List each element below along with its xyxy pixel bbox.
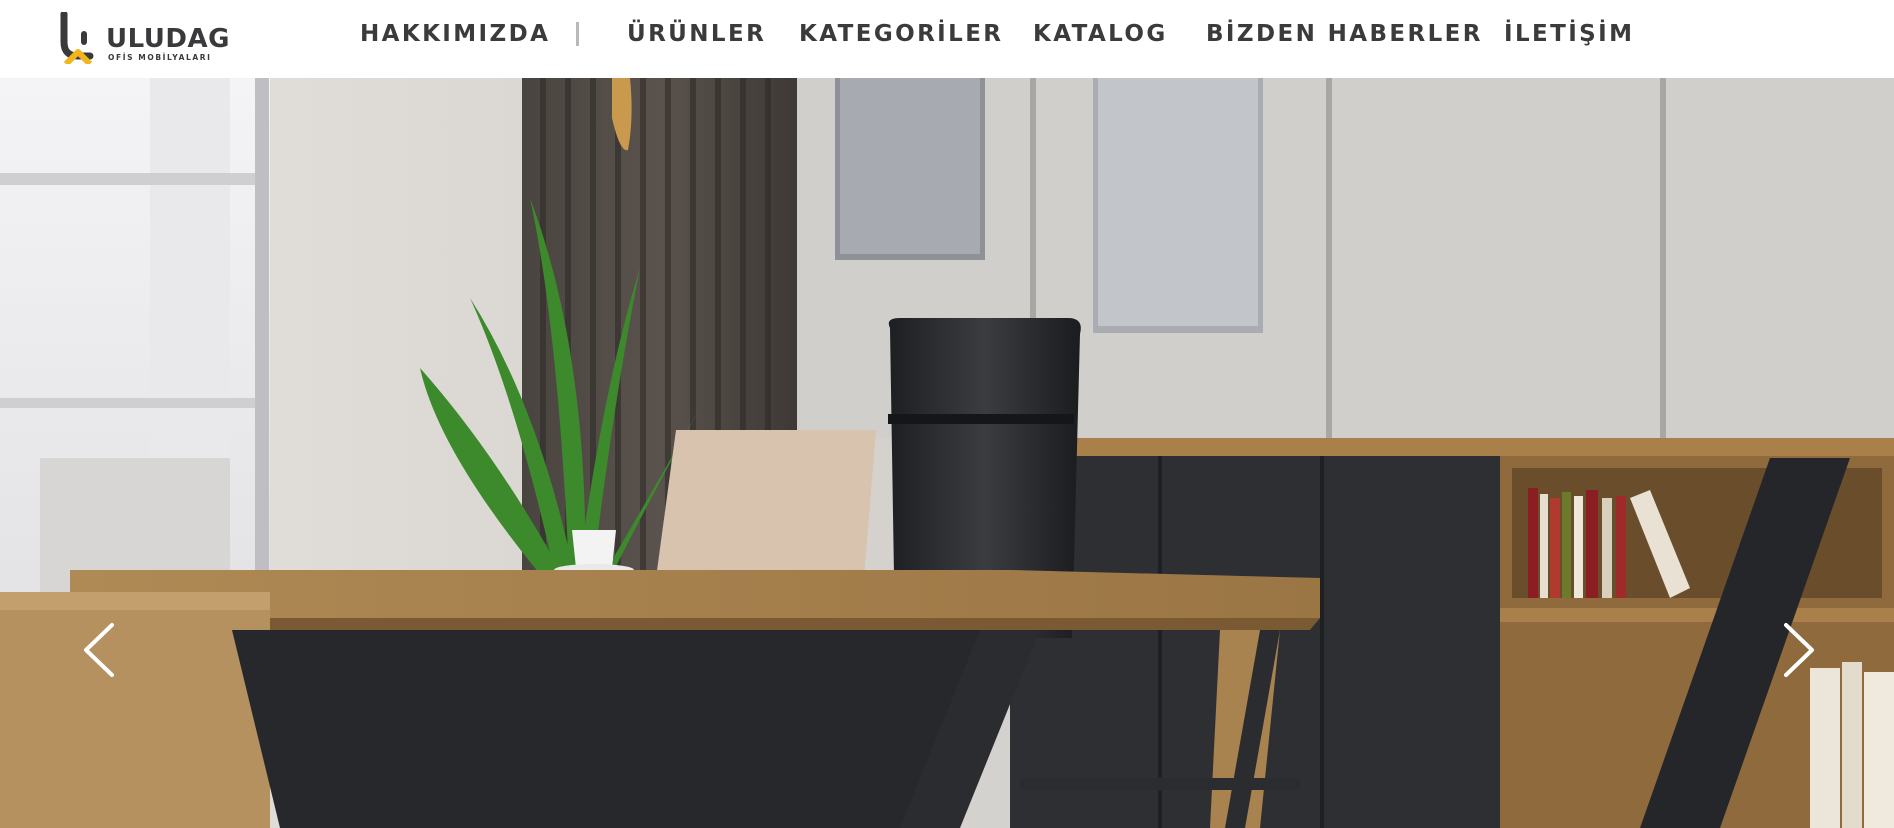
nav-kategoriler[interactable]: KATEGORİLER (799, 18, 1003, 50)
nav-bizden-haberler[interactable]: BİZDEN HABERLER (1206, 18, 1483, 50)
nav-katalog[interactable]: KATALOG (1033, 18, 1168, 50)
brand-name: ULUDAG (106, 24, 230, 54)
nav-separator (576, 22, 579, 46)
brand-tagline: OFİS MOBİLYALARI (108, 53, 212, 62)
brand-logo[interactable]: ULUDAG OFİS MOBİLYALARI (60, 12, 229, 66)
slider-next-button[interactable] (1768, 615, 1828, 685)
nav-hakkimizda[interactable]: HAKKIMIZDA (360, 18, 550, 50)
chevron-right-icon (1784, 623, 1814, 677)
brand-logo-mark (60, 12, 94, 64)
nav-iletisim[interactable]: İLETİŞİM (1504, 18, 1634, 50)
hero-slider (0, 78, 1894, 828)
nav-urunler[interactable]: ÜRÜNLER (627, 18, 766, 50)
hero-office-image (0, 78, 1894, 828)
chevron-left-icon (84, 623, 114, 677)
site-header: ULUDAG OFİS MOBİLYALARI HAKKIMIZDA ÜRÜNL… (0, 0, 1894, 78)
slider-prev-button[interactable] (70, 615, 130, 685)
